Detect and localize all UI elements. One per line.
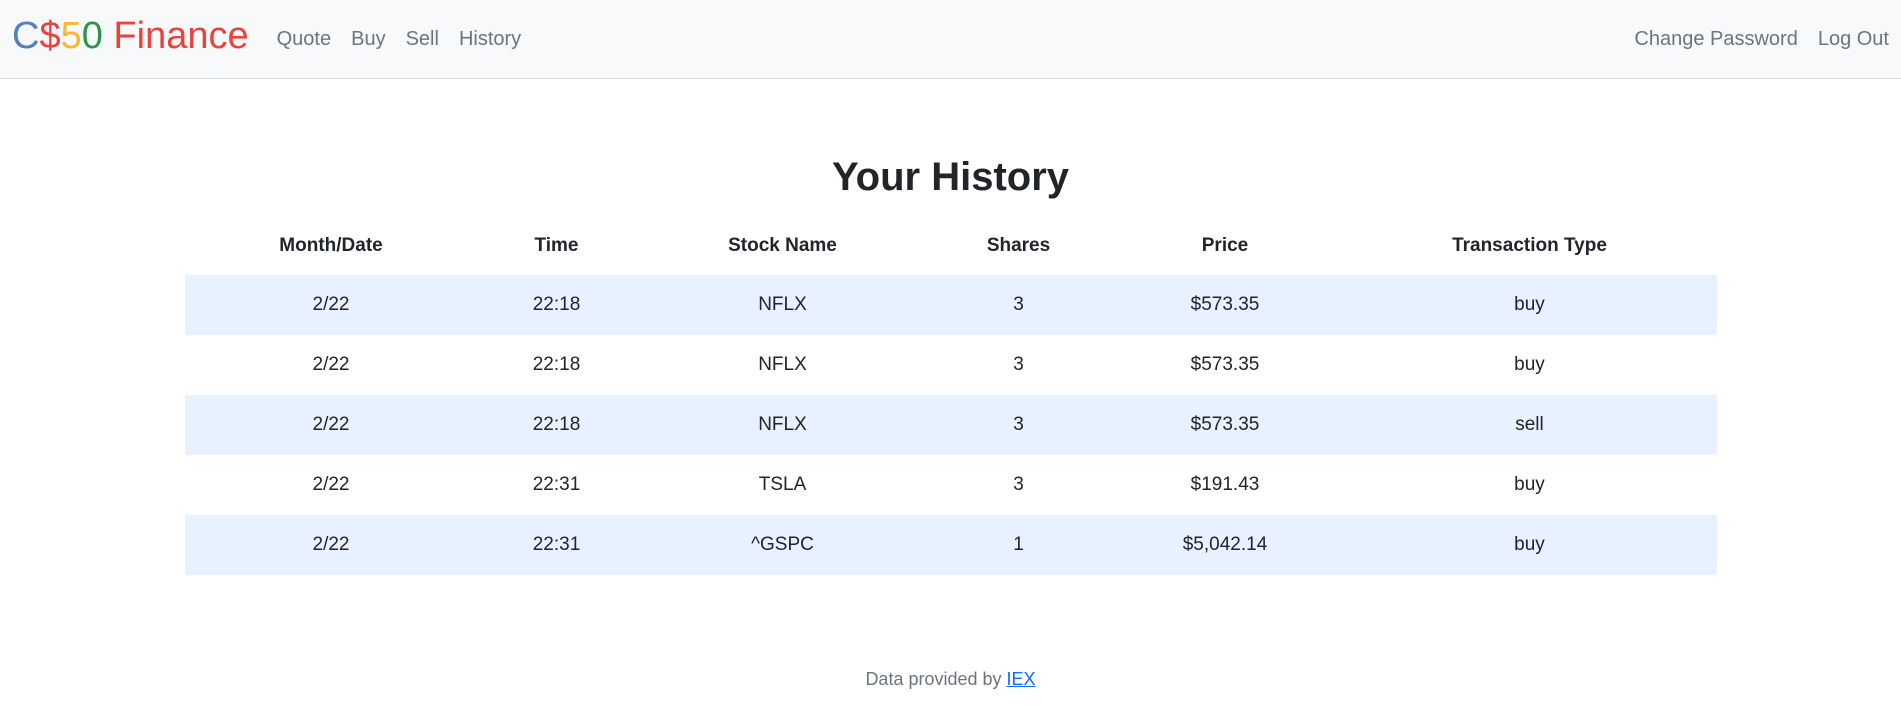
brand-part: C [12, 15, 40, 57]
history-table: Month/Date Time Stock Name Shares Price … [184, 217, 1717, 575]
cell-stock-name: NFLX [635, 275, 930, 335]
cell-price: $573.35 [1107, 275, 1343, 335]
table-row: 2/22 22:18 NFLX 3 $573.35 sell [184, 395, 1717, 455]
cell-stock-name: ^GSPC [635, 515, 930, 575]
cell-transaction-type: sell [1342, 395, 1717, 455]
cell-transaction-type: buy [1342, 275, 1717, 335]
table-row: 2/22 22:18 NFLX 3 $573.35 buy [184, 275, 1717, 335]
page-title: Your History [831, 155, 1070, 199]
cell-price: $191.43 [1190, 474, 1260, 495]
brand-part: Finance [102, 15, 249, 57]
nav-link-history[interactable]: History [449, 28, 531, 51]
table-header-row: Month/Date Time Stock Name Shares Price … [185, 217, 1717, 275]
cell-time: 22:31 [532, 474, 581, 495]
header-transaction-type: Transaction Type [1452, 235, 1607, 256]
table-row: 2/22 22:31 TSLA 3 $191.43 buy [185, 455, 1717, 515]
nav-link-sell[interactable]: Sell [396, 28, 449, 51]
header-shares: Shares [986, 235, 1051, 256]
header-stock-name: Stock Name [728, 235, 837, 256]
cell-date: 2/22 [312, 354, 350, 375]
nav-right: Change Password Log Out [1624, 28, 1889, 51]
main-content: Your History Month/Date Time Stock Name … [0, 79, 1901, 575]
cell-time: 22:18 [477, 275, 636, 335]
cell-stock-name: NFLX [635, 395, 930, 455]
cell-transaction-type: buy [1342, 515, 1717, 575]
brand-part: 0 [81, 15, 103, 57]
nav-link-buy[interactable]: Buy [341, 28, 395, 51]
brand-part: 5 [60, 15, 82, 57]
navbar: C$50 Finance Quote Buy Sell History Chan… [0, 0, 1901, 79]
cell-stock-name: NFLX [758, 354, 807, 375]
cell-price: $573.35 [1107, 395, 1343, 455]
cell-date: 2/22 [312, 474, 350, 495]
nav-link-change-password[interactable]: Change Password [1624, 28, 1807, 51]
footer-text: Data provided by [865, 669, 1007, 689]
brand-logo-link[interactable]: C$50 Finance [12, 17, 249, 55]
cell-date: 2/22 [184, 275, 478, 335]
table-row: 2/22 22:31 ^GSPC 1 $5,042.14 buy [184, 515, 1717, 575]
header-time: Time [534, 235, 579, 256]
footer: Data provided by IEX [0, 669, 1901, 690]
cell-shares: 3 [929, 395, 1108, 455]
cell-shares: 1 [929, 515, 1108, 575]
cell-shares: 3 [1013, 354, 1024, 375]
cell-shares: 3 [1013, 474, 1024, 495]
brand-part: $ [39, 15, 61, 57]
cell-stock-name: TSLA [758, 474, 807, 495]
nav-link-quote[interactable]: Quote [267, 28, 341, 51]
cell-date: 2/22 [184, 515, 478, 575]
nav-link-log-out[interactable]: Log Out [1808, 28, 1889, 51]
cell-time: 22:18 [477, 395, 636, 455]
cell-time: 22:18 [532, 354, 581, 375]
header-month-date: Month/Date [279, 235, 383, 256]
cell-price: $5,042.14 [1107, 515, 1343, 575]
cell-shares: 3 [929, 275, 1108, 335]
header-price: Price [1201, 235, 1249, 256]
table-row: 2/22 22:18 NFLX 3 $573.35 buy [185, 335, 1717, 395]
cell-transaction-type: buy [1514, 354, 1545, 375]
cell-time: 22:31 [477, 515, 636, 575]
cell-transaction-type: buy [1514, 474, 1545, 495]
cell-price: $573.35 [1190, 354, 1260, 375]
iex-link[interactable]: IEX [1007, 669, 1036, 689]
nav-left: Quote Buy Sell History [267, 28, 532, 51]
cell-date: 2/22 [184, 395, 478, 455]
